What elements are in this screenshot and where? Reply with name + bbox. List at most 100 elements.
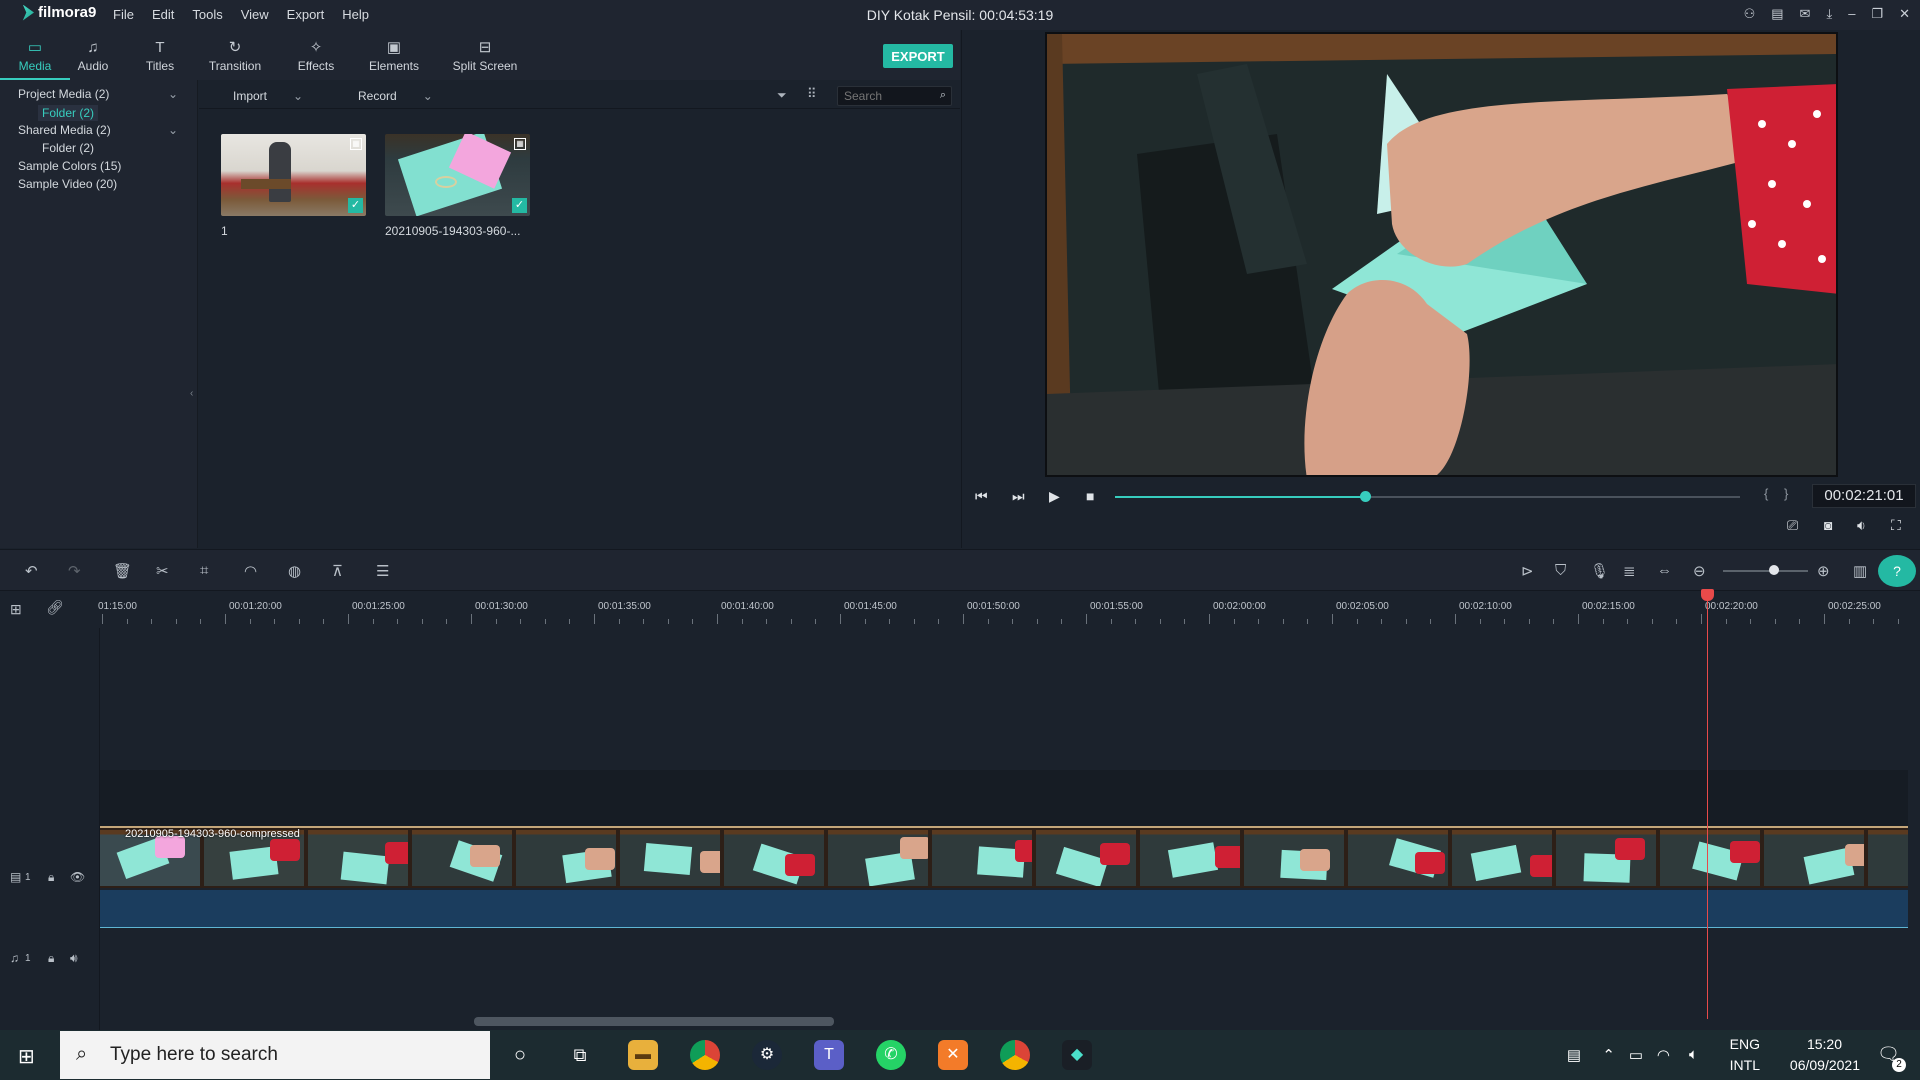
menu-edit[interactable]: Edit: [152, 7, 174, 22]
marker-icon[interactable]: ⛉: [1555, 562, 1566, 579]
mark-in-icon[interactable]: {: [1764, 486, 1768, 501]
wifi-icon[interactable]: ◠: [1657, 1046, 1670, 1064]
search-input[interactable]: [838, 87, 926, 105]
timeline-ruler[interactable]: ⊞ 🔗︎ 01:15:00 00:01:20:00 00:01:25:00 00:01…: [0, 592, 1920, 628]
filmora-taskbar-icon[interactable]: ◆: [1062, 1040, 1092, 1070]
clock-time[interactable]: 15:20: [1807, 1036, 1842, 1052]
video-clip[interactable]: [100, 826, 1908, 888]
next-frame-icon[interactable]: ⏭: [1012, 488, 1025, 505]
timeline-scrollbar[interactable]: [474, 1017, 834, 1026]
account-icon[interactable]: ⚇: [1744, 6, 1756, 22]
file-explorer-icon[interactable]: ▬: [628, 1040, 658, 1070]
clock-date[interactable]: 06/09/2021: [1790, 1057, 1860, 1073]
volume-icon[interactable]: 🔉︎: [1857, 517, 1866, 534]
color-icon[interactable]: ◍: [288, 562, 301, 580]
eye-icon[interactable]: 👁︎: [70, 870, 85, 884]
media-thumbnail[interactable]: ▦ ✓: [385, 134, 530, 216]
lock-icon[interactable]: 🔒︎: [48, 951, 54, 966]
task-view-icon[interactable]: ⧉: [565, 1040, 595, 1070]
menu-export[interactable]: Export: [287, 7, 325, 22]
mail-icon[interactable]: ✉: [1800, 6, 1811, 22]
green-screen-icon[interactable]: ⊼: [332, 562, 343, 580]
audio-mixer-icon[interactable]: ☰: [376, 562, 389, 580]
video-preview[interactable]: [1045, 32, 1838, 477]
record-dropdown[interactable]: Record ⌄: [358, 89, 433, 103]
chrome-icon[interactable]: [690, 1040, 720, 1070]
language-top[interactable]: ENG: [1730, 1036, 1760, 1052]
filter-icon[interactable]: ⏷: [777, 88, 787, 103]
news-icon[interactable]: ▤: [1567, 1046, 1581, 1064]
chevron-down-icon[interactable]: ⌄: [168, 123, 178, 137]
tab-split-screen[interactable]: ⊟ Split Screen: [450, 30, 520, 80]
zoom-slider-handle[interactable]: [1769, 565, 1779, 575]
previous-frame-icon[interactable]: ⏮: [975, 488, 988, 505]
steam-icon[interactable]: ⚙: [752, 1040, 782, 1070]
stop-icon[interactable]: ■: [1086, 488, 1094, 504]
tree-item-folder-selected[interactable]: Folder (2): [38, 105, 99, 121]
xampp-icon[interactable]: ✕: [938, 1040, 968, 1070]
tree-item-sample-colors[interactable]: Sample Colors (15): [18, 159, 121, 173]
audio-ducking-icon[interactable]: ≣: [1623, 562, 1636, 580]
add-track-icon[interactable]: ⊞: [10, 601, 22, 618]
render-icon[interactable]: ⊳: [1521, 562, 1534, 580]
tab-audio[interactable]: ♫ Audio: [58, 30, 128, 80]
play-icon[interactable]: ▶: [1049, 488, 1060, 505]
help-button[interactable]: ?: [1878, 555, 1916, 587]
lock-icon[interactable]: 🔒︎: [48, 870, 54, 885]
fit-timeline-icon[interactable]: ⇔: [1657, 562, 1672, 579]
volume-tray-icon[interactable]: 🔈︎: [1689, 1046, 1698, 1063]
grid-view-icon[interactable]: ⠿: [807, 86, 817, 102]
battery-icon[interactable]: ▭: [1629, 1046, 1643, 1064]
chevron-down-icon[interactable]: ⌄: [168, 87, 178, 101]
tab-titles[interactable]: T Titles: [125, 30, 195, 80]
collapse-panel-icon[interactable]: ‹: [190, 388, 193, 399]
whatsapp-icon[interactable]: ✆: [876, 1040, 906, 1070]
speed-icon[interactable]: ◠: [244, 562, 257, 580]
playback-progress[interactable]: [1115, 491, 1740, 502]
clip-audio-waveform[interactable]: [100, 890, 1908, 928]
language-bottom[interactable]: INTL: [1730, 1057, 1760, 1073]
tree-item-sample-video[interactable]: Sample Video (20): [18, 177, 117, 191]
menu-tools[interactable]: Tools: [192, 7, 222, 22]
restore-button[interactable]: ❐: [1871, 6, 1883, 22]
tab-transition[interactable]: ↻ Transition: [200, 30, 270, 80]
menu-file[interactable]: File: [113, 7, 134, 22]
chrome-profile-icon[interactable]: [1000, 1040, 1030, 1070]
tree-item-project-media[interactable]: Project Media (2) ⌄: [18, 87, 178, 101]
zoom-in-icon[interactable]: ⊕: [1817, 562, 1830, 580]
zoom-out-icon[interactable]: ⊖: [1693, 562, 1706, 580]
tree-item-shared-folder[interactable]: Folder (2): [42, 141, 94, 155]
save-icon[interactable]: ▤: [1771, 6, 1783, 22]
tab-effects[interactable]: ✧ Effects: [281, 30, 351, 80]
voiceover-icon[interactable]: 🎙︎: [1590, 562, 1609, 580]
link-icon[interactable]: 🔗︎: [46, 599, 64, 616]
redo-icon[interactable]: ↷: [68, 562, 81, 580]
empty-track[interactable]: [100, 770, 1908, 827]
mark-out-icon[interactable]: }: [1784, 486, 1788, 501]
chevron-up-icon[interactable]: ⌃: [1602, 1046, 1615, 1064]
audio-track[interactable]: [100, 929, 1908, 989]
close-button[interactable]: ✕: [1899, 6, 1910, 22]
playhead-handle[interactable]: [1701, 589, 1714, 601]
taskbar-search[interactable]: ⌕ Type here to search: [60, 1031, 490, 1079]
cortana-icon[interactable]: ○: [505, 1040, 535, 1070]
menu-help[interactable]: Help: [342, 7, 369, 22]
render-preview-icon[interactable]: ⎚: [1787, 517, 1798, 534]
speaker-icon[interactable]: 🔊︎: [70, 951, 78, 966]
cut-icon[interactable]: ✂: [156, 562, 169, 580]
undo-icon[interactable]: ↶: [25, 562, 38, 580]
import-dropdown[interactable]: Import ⌄: [233, 89, 303, 103]
delete-icon[interactable]: 🗑︎: [113, 562, 132, 580]
teams-icon[interactable]: T: [814, 1040, 844, 1070]
layout-icon[interactable]: ▥: [1853, 562, 1867, 580]
media-thumbnail[interactable]: ▦ ✓: [221, 134, 366, 216]
snapshot-icon[interactable]: ◙: [1824, 517, 1832, 533]
zoom-slider[interactable]: [1723, 570, 1808, 572]
playhead[interactable]: [1707, 592, 1708, 1019]
tab-elements[interactable]: ▣ Elements: [359, 30, 429, 80]
menu-view[interactable]: View: [241, 7, 269, 22]
download-icon[interactable]: ⤓: [1826, 6, 1832, 22]
fullscreen-icon[interactable]: ⛶: [1891, 517, 1901, 534]
tree-item-shared-media[interactable]: Shared Media (2) ⌄: [18, 123, 178, 137]
windows-start-icon[interactable]: ⊞: [18, 1044, 35, 1069]
